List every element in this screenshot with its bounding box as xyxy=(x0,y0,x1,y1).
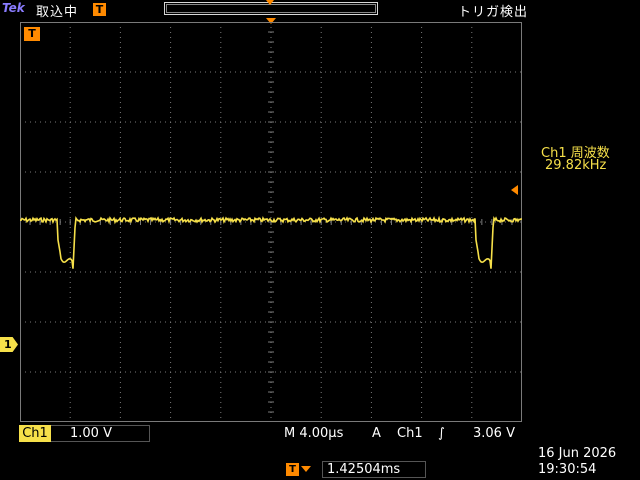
horizontal-position-icon: T xyxy=(286,463,299,476)
trigger-mode: A xyxy=(372,426,381,441)
waveform-display[interactable] xyxy=(20,22,522,422)
trigger-level-arrow-icon[interactable] xyxy=(511,185,518,195)
trigger-time-marker-icon[interactable]: T xyxy=(24,27,40,41)
horizontal-position-arrow-icon xyxy=(301,466,311,472)
trigger-source: Ch1 xyxy=(397,426,423,441)
record-trigger-marker-icon xyxy=(266,0,274,5)
ch1-scale: 1.00 V xyxy=(70,426,112,441)
brand-logo: Tek xyxy=(2,1,25,15)
acquisition-status: 取込中 xyxy=(36,5,79,20)
trigger-level: 3.06 V xyxy=(473,426,515,441)
ch1-waveform xyxy=(20,215,522,269)
status-bar: Tek 取込中 T トリガ検出 xyxy=(0,0,640,20)
horizontal-position-value: 1.42504ms xyxy=(327,462,401,477)
ch1-label: Ch1 xyxy=(19,425,51,442)
date-readout: 16 Jun 2026 xyxy=(538,446,617,461)
trigger-position-icon: T xyxy=(93,3,106,16)
trigger-slope-icon: ∫ xyxy=(438,426,445,441)
time-readout: 19:30:54 xyxy=(538,462,597,477)
ch1-ground-marker-icon[interactable]: 1 xyxy=(0,337,18,352)
measurement-value: 29.82kHz xyxy=(545,158,607,173)
trigger-status: トリガ検出 xyxy=(458,5,529,20)
record-view-window xyxy=(166,4,376,13)
timebase-readout: M 4.00µs xyxy=(284,426,344,441)
